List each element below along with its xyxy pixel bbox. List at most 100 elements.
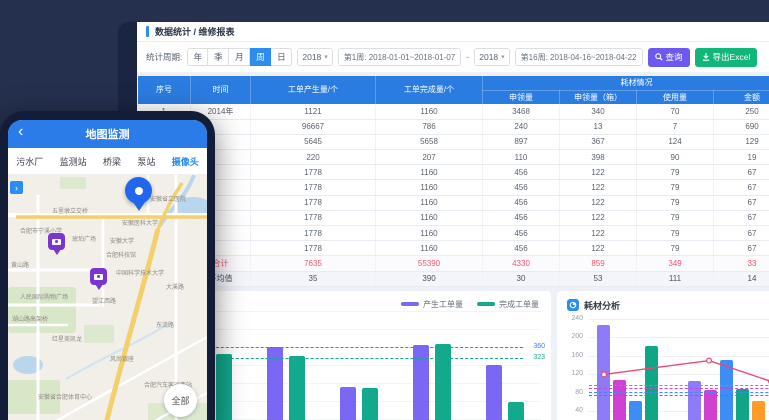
camera-pin[interactable] xyxy=(90,268,107,290)
table-cell: 4330 xyxy=(483,256,560,271)
table-cell: 398 xyxy=(560,150,637,165)
table-row: 7177811604561227967 xyxy=(138,195,769,210)
table-cell: 5645 xyxy=(251,134,376,149)
period-option[interactable]: 周 xyxy=(250,48,271,66)
map-label: 风尚银座 xyxy=(110,355,134,363)
phone-tab-active[interactable]: 摄像头 xyxy=(172,155,199,168)
column-header: 工单完成量/个 xyxy=(376,76,483,104)
phone-tab-item[interactable]: 污水厂 xyxy=(16,155,43,168)
table-cell: 110 xyxy=(483,150,560,165)
period-segment: 年季月周日 xyxy=(187,48,292,66)
breadcrumb-accent-bar xyxy=(146,26,149,37)
pin-tail xyxy=(95,284,103,290)
total-row: 合计763555390433085934933 xyxy=(138,256,769,271)
filter-bar: 统计周期: 年季月周日 2018 ▾ 第1周: 2018-01-01~2018-… xyxy=(137,42,769,72)
period-option[interactable]: 日 xyxy=(271,48,292,66)
end-year-value: 2018 xyxy=(479,52,498,62)
period-option[interactable]: 年 xyxy=(187,48,208,66)
table-cell: 79 xyxy=(637,180,714,195)
header-row: 序号时间工单产生量/个工单完成量/个耗材情况 xyxy=(138,76,769,90)
period-option[interactable]: 季 xyxy=(208,48,229,66)
app-main: 数据统计 / 维修报表 统计周期: 年季月周日 2018 ▾ 第1周: 2018… xyxy=(137,22,769,420)
end-week-input[interactable]: 第16周: 2018-04-16~2018-04-22 xyxy=(515,48,643,66)
end-year-select[interactable]: 2018 ▾ xyxy=(474,48,509,66)
map-label: 合肥科技馆 xyxy=(106,251,136,259)
table-cell: 390 xyxy=(376,271,483,286)
bar xyxy=(413,345,429,420)
table-cell: 456 xyxy=(483,226,560,241)
data-point xyxy=(602,372,607,377)
table-cell: 111 xyxy=(637,271,714,286)
bar xyxy=(362,388,378,420)
table-cell: 79 xyxy=(637,165,714,180)
screenshot-stage: 数据统计 / 维修报表 统计周期: 年季月周日 2018 ▾ 第1周: 2018… xyxy=(0,0,769,420)
table-cell: 90 xyxy=(637,150,714,165)
table-cell: 1160 xyxy=(376,195,483,210)
map-label: 望江西路 xyxy=(92,297,116,305)
table-cell: 3468 xyxy=(483,104,560,119)
pin-tail xyxy=(53,249,61,255)
table-cell: 33 xyxy=(714,256,769,271)
selected-camera-pin[interactable] xyxy=(125,177,152,211)
expand-panel-button[interactable]: › xyxy=(10,181,23,194)
table-row: 10177811604561227967 xyxy=(138,241,769,256)
map-park xyxy=(84,325,114,343)
breadcrumb-text: 数据统计 / 维修报表 xyxy=(155,25,235,38)
period-option[interactable]: 月 xyxy=(229,48,250,66)
bar xyxy=(508,402,524,420)
all-filter-button[interactable]: 全部 xyxy=(164,384,197,417)
table-cell: 79 xyxy=(637,226,714,241)
charts-row: 产生工单量完成工单量 360323 耗材分析 2402001601208040 xyxy=(137,291,769,420)
pin-dot xyxy=(135,187,143,195)
table-row: 6177811604561227967 xyxy=(138,180,769,195)
table-cell: 340 xyxy=(560,104,637,119)
table-cell: 456 xyxy=(483,241,560,256)
back-chevron-icon[interactable]: ‹ xyxy=(18,123,23,141)
data-point xyxy=(707,358,712,363)
bar xyxy=(486,365,502,420)
table-cell: 690 xyxy=(714,119,769,134)
table-cell: 122 xyxy=(560,226,637,241)
table-cell: 349 xyxy=(637,256,714,271)
start-year-select[interactable]: 2018 ▾ xyxy=(297,48,332,66)
table-cell: 1778 xyxy=(251,226,376,241)
desktop-window: 数据统计 / 维修报表 统计周期: 年季月周日 2018 ▾ 第1周: 2018… xyxy=(118,22,769,420)
legend-item[interactable]: 完成工单量 xyxy=(477,299,539,310)
legend-item[interactable]: 产生工单量 xyxy=(401,299,463,310)
pin-tail xyxy=(133,202,145,211)
table-cell: 122 xyxy=(560,180,637,195)
map-label: 人民国际购物广场 xyxy=(20,293,68,301)
map-label: 黄山路 xyxy=(11,261,29,269)
table-cell: 786 xyxy=(376,119,483,134)
phone-tab-item[interactable]: 桥梁 xyxy=(103,155,121,168)
search-button[interactable]: 查询 xyxy=(648,48,690,67)
camera-pin[interactable] xyxy=(48,233,65,255)
chevron-down-icon: ▾ xyxy=(501,53,505,61)
table-cell: 367 xyxy=(560,134,637,149)
table-cell: 79 xyxy=(637,195,714,210)
breadcrumb: 数据统计 / 维修报表 xyxy=(137,22,769,42)
pin-head xyxy=(125,177,152,204)
sub-column-header: 申领量（箱） xyxy=(560,90,637,104)
table-cell: 30 xyxy=(483,271,560,286)
table-cell: 240 xyxy=(483,119,560,134)
map-label: 大溪路 xyxy=(166,283,184,291)
bar xyxy=(340,387,356,420)
map-label: 安徽省合肥体育中心 xyxy=(38,393,92,401)
table-cell: 67 xyxy=(714,226,769,241)
table-row: 42202071103989019 xyxy=(138,150,769,165)
table-cell: 7 xyxy=(637,119,714,134)
export-excel-button[interactable]: 导出Excel xyxy=(695,48,758,67)
table-row: 9177811604561227967 xyxy=(138,226,769,241)
start-week-input[interactable]: 第1周: 2018-01-01~2018-01-07 xyxy=(338,48,461,66)
table-cell: 13 xyxy=(560,119,637,134)
period-label: 统计周期: xyxy=(146,51,182,63)
map-label: 安徽省立医院 xyxy=(150,195,186,203)
table-cell: 1778 xyxy=(251,210,376,225)
phone-tab-item[interactable]: 泵站 xyxy=(137,155,155,168)
table-cell: 1778 xyxy=(251,241,376,256)
map-view[interactable]: 安徽省立医院五里墩立交桥安徽医科大学合肥市宁溪小学琥珀广场安徽大学合肥科技馆黄山… xyxy=(8,175,207,420)
phone-mockup: ‹ 地图监测 污水厂监测站桥梁泵站摄像头 xyxy=(0,111,215,420)
phone-tab-item[interactable]: 监测站 xyxy=(60,155,87,168)
table-row: 356455658897367124129 xyxy=(138,134,769,149)
